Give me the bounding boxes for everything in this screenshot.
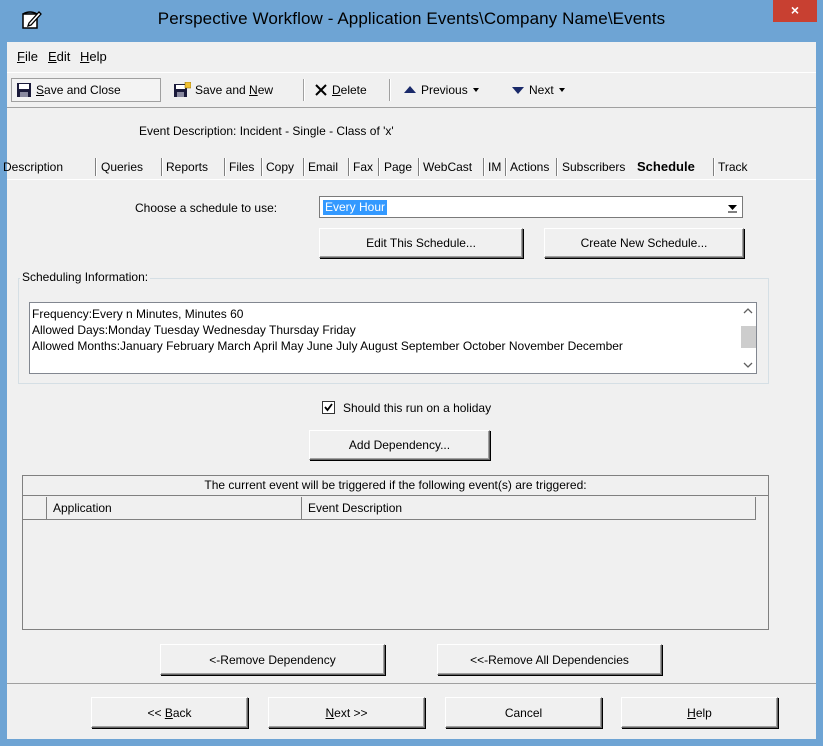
back-button[interactable]: << Back xyxy=(91,697,248,728)
save-and-close-label: Save and Close xyxy=(36,83,121,97)
tab-separator xyxy=(556,158,558,176)
tab-separator xyxy=(261,158,263,176)
edit-schedule-button[interactable]: Edit This Schedule... xyxy=(319,228,523,258)
scheduling-info-textarea[interactable]: Frequency:Every n Minutes, Minutes 60 Al… xyxy=(29,302,757,374)
next-label: Next >> xyxy=(325,705,368,720)
chevron-down-icon[interactable] xyxy=(472,86,480,94)
row-selector-header xyxy=(23,497,47,519)
scroll-thumb[interactable] xyxy=(741,326,756,348)
tab-separator xyxy=(224,158,226,176)
previous-button[interactable]: Previous xyxy=(399,78,503,102)
tab-webcast[interactable]: WebCast xyxy=(423,160,472,174)
menu-file-label: ile xyxy=(24,49,38,64)
scroll-down-icon[interactable] xyxy=(743,361,753,369)
toolbar-separator xyxy=(303,79,305,101)
arrow-up-icon xyxy=(404,86,416,93)
create-schedule-button[interactable]: Create New Schedule... xyxy=(544,228,744,258)
tab-strip: Description Queries Reports Files Copy E… xyxy=(3,155,816,180)
holiday-label: Should this run on a holiday xyxy=(343,401,492,415)
scheduling-info-title: Scheduling Information: xyxy=(20,270,151,284)
tab-queries[interactable]: Queries xyxy=(101,160,143,174)
tab-separator xyxy=(161,158,163,176)
tab-track[interactable]: Track xyxy=(718,160,748,174)
tab-email[interactable]: Email xyxy=(308,160,338,174)
tab-separator xyxy=(303,158,305,176)
arrow-down-icon xyxy=(512,87,524,94)
save-and-new-label: Save and New xyxy=(195,83,274,97)
next-button[interactable]: Next >> xyxy=(268,697,425,728)
menu-file[interactable]: File xyxy=(17,49,38,64)
checkmark-icon xyxy=(324,403,333,412)
tab-separator xyxy=(378,158,380,176)
scroll-up-icon[interactable] xyxy=(743,307,753,315)
column-event-description[interactable]: Event Description xyxy=(302,497,756,519)
menu-edit[interactable]: Edit xyxy=(48,49,70,64)
tab-fax[interactable]: Fax xyxy=(353,160,373,174)
toolbar: Save and Close Save and New Delete Previ… xyxy=(7,72,816,108)
window-bottom-border xyxy=(0,739,823,746)
toolbar-separator xyxy=(389,79,391,101)
dropdown-arrow-icon[interactable] xyxy=(726,200,739,214)
remove-all-dependencies-button[interactable]: <<-Remove All Dependencies xyxy=(437,644,662,675)
dependency-header: Application Event Description xyxy=(23,497,756,520)
next-toolbar-button[interactable]: Next xyxy=(507,78,587,102)
schedule-select[interactable]: Every Hour xyxy=(319,196,743,218)
remove-dependency-button[interactable]: <-Remove Dependency xyxy=(160,644,385,675)
holiday-checkbox[interactable] xyxy=(322,401,335,414)
frequency-line: Frequency:Every n Minutes, Minutes 60 xyxy=(32,307,244,321)
back-label: << Back xyxy=(147,705,192,720)
tab-subscribers[interactable]: Subscribers xyxy=(562,160,625,174)
chevron-down-icon[interactable] xyxy=(558,86,566,94)
previous-label: Previous xyxy=(421,83,468,97)
menu-help-label: elp xyxy=(89,49,107,64)
floppy-disk-new-icon xyxy=(174,82,191,97)
tab-schedule[interactable]: Schedule xyxy=(637,159,695,174)
title-bar: Perspective Workflow - Application Event… xyxy=(0,0,823,42)
cancel-button[interactable]: Cancel xyxy=(445,697,602,728)
tab-separator xyxy=(483,158,485,176)
menu-file-accel: F xyxy=(17,49,25,64)
help-label: Help xyxy=(687,705,712,720)
tab-separator xyxy=(418,158,420,176)
tab-im[interactable]: IM xyxy=(488,160,501,174)
tab-separator xyxy=(505,158,507,176)
close-button[interactable]: × xyxy=(773,0,817,22)
tab-separator xyxy=(95,158,97,176)
choose-schedule-label: Choose a schedule to use: xyxy=(135,201,278,215)
menu-edit-accel: E xyxy=(48,49,57,64)
window-title: Perspective Workflow - Application Event… xyxy=(157,9,666,28)
tab-actions[interactable]: Actions xyxy=(510,160,549,174)
delete-button[interactable]: Delete xyxy=(310,78,384,102)
save-and-new-button[interactable]: Save and New xyxy=(169,78,299,102)
add-dependency-button[interactable]: Add Dependency... xyxy=(309,430,490,460)
dependency-list[interactable]: The current event will be triggered if t… xyxy=(22,475,769,630)
event-description: Event Description: Incident - Single - C… xyxy=(139,124,394,138)
app-window: Perspective Workflow - Application Event… xyxy=(0,0,823,746)
tab-separator xyxy=(713,158,715,176)
allowed-days-line: Allowed Days:Monday Tuesday Wednesday Th… xyxy=(32,323,356,337)
column-application[interactable]: Application xyxy=(47,497,302,519)
delete-x-icon xyxy=(315,84,327,96)
tab-page[interactable]: Page xyxy=(384,160,412,174)
dependency-caption: The current event will be triggered if t… xyxy=(23,476,768,496)
allowed-months-line: Allowed Months:January February March Ap… xyxy=(32,339,623,353)
help-button[interactable]: Help xyxy=(621,697,778,728)
tab-description[interactable]: Description xyxy=(3,160,63,174)
tab-separator xyxy=(348,158,350,176)
tab-copy[interactable]: Copy xyxy=(266,160,294,174)
footer-divider xyxy=(7,683,816,684)
schedule-select-value: Every Hour xyxy=(323,200,388,215)
tab-reports[interactable]: Reports xyxy=(166,160,208,174)
delete-label: Delete xyxy=(332,83,367,97)
save-and-close-button[interactable]: Save and Close xyxy=(11,78,161,102)
menu-help[interactable]: Help xyxy=(80,49,107,64)
floppy-disk-icon xyxy=(17,83,31,97)
menu-bar: File Edit Help xyxy=(7,42,816,70)
menu-edit-label: dit xyxy=(56,49,71,64)
vertical-scrollbar[interactable] xyxy=(739,303,756,373)
next-toolbar-label: Next xyxy=(529,83,554,97)
tab-files[interactable]: Files xyxy=(229,160,254,174)
menu-help-accel: H xyxy=(80,49,90,64)
